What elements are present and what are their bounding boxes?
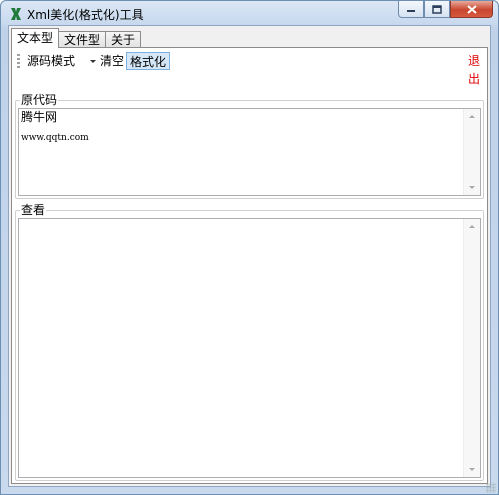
view-group-label: 查看 bbox=[20, 203, 47, 217]
minimize-icon bbox=[407, 10, 415, 12]
toolbar: 源码模式 清空 格式化 退出 bbox=[14, 50, 485, 86]
tab-file-type[interactable]: 文件型 bbox=[58, 31, 107, 48]
tab-text-type[interactable]: 文本型 bbox=[11, 28, 60, 48]
dropdown-arrow-icon[interactable] bbox=[90, 60, 96, 63]
scroll-up-icon[interactable] bbox=[469, 225, 475, 228]
title-bar[interactable]: Xml美化(格式化)工具 bbox=[1, 1, 498, 25]
app-window: Xml美化(格式化)工具 文本型 文件型 关于 源码模式 清空 格式化 退出 原… bbox=[0, 0, 499, 495]
close-button[interactable] bbox=[450, 1, 493, 18]
window-controls bbox=[398, 1, 493, 19]
source-code-textarea[interactable]: 腾牛网 www.qqtn.com bbox=[18, 108, 481, 196]
scroll-down-icon[interactable] bbox=[469, 186, 475, 189]
source-group-label: 原代码 bbox=[20, 93, 59, 107]
client-area: 文本型 文件型 关于 源码模式 清空 格式化 退出 原代码 腾牛网 www.qq… bbox=[8, 25, 491, 487]
scroll-up-icon[interactable] bbox=[469, 115, 475, 118]
excel-x-icon bbox=[11, 8, 21, 20]
view-textarea[interactable] bbox=[18, 218, 481, 478]
toolbar-grip[interactable] bbox=[17, 54, 20, 68]
format-button[interactable]: 格式化 bbox=[126, 52, 171, 70]
source-scrollbar[interactable] bbox=[463, 109, 480, 195]
window-title: Xml美化(格式化)工具 bbox=[27, 8, 144, 22]
tab-page-text: 源码模式 清空 格式化 退出 原代码 腾牛网 www.qqtn.com 查看 bbox=[11, 47, 488, 484]
source-code-text: 腾牛网 www.qqtn.com bbox=[21, 110, 462, 144]
mode-dropdown-button[interactable]: 源码模式 bbox=[24, 52, 78, 70]
minimize-button[interactable] bbox=[398, 1, 424, 18]
close-icon bbox=[466, 4, 477, 14]
view-scrollbar[interactable] bbox=[463, 219, 480, 477]
source-line-2: www.qqtn.com bbox=[21, 133, 89, 143]
maximize-button[interactable] bbox=[424, 1, 450, 18]
clear-button[interactable]: 清空 bbox=[97, 52, 127, 70]
exit-button[interactable]: 退出 bbox=[465, 52, 485, 86]
maximize-icon bbox=[432, 4, 442, 14]
view-group: 查看 bbox=[15, 203, 484, 481]
resize-grip-icon[interactable] bbox=[486, 483, 496, 493]
tab-about[interactable]: 关于 bbox=[105, 31, 142, 48]
source-code-group: 原代码 腾牛网 www.qqtn.com bbox=[15, 93, 484, 199]
source-line-1: 腾牛网 bbox=[21, 110, 58, 124]
tab-strip: 文本型 文件型 关于 bbox=[11, 28, 142, 48]
scroll-down-icon[interactable] bbox=[469, 468, 475, 471]
